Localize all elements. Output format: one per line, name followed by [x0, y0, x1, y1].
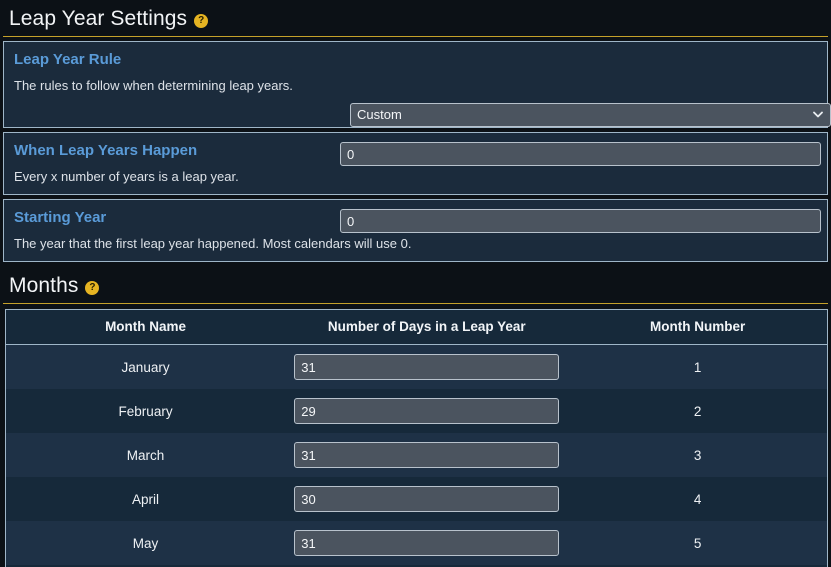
month-name-cell: January	[6, 344, 286, 389]
month-days-input[interactable]	[294, 442, 560, 468]
months-heading: Months ?	[3, 273, 828, 304]
setting-description: Every x number of years is a leap year.	[14, 169, 239, 184]
setting-panel-leap-year-rule: Leap Year Rule The rules to follow when …	[3, 41, 831, 128]
leap-year-rule-control: Custom	[350, 103, 831, 127]
month-name-cell: May	[6, 521, 286, 565]
month-days-cell	[285, 477, 569, 521]
starting-year-control	[340, 209, 821, 233]
month-name-cell: April	[6, 477, 286, 521]
setting-label: Leap Year Rule	[14, 51, 122, 68]
setting-panel-when-leap-years-happen: When Leap Years Happen Every x number of…	[3, 132, 828, 195]
months-table-container: Month Name Number of Days in a Leap Year…	[5, 309, 828, 567]
month-days-input[interactable]	[294, 530, 560, 556]
leap-year-rule-select[interactable]: Custom	[350, 103, 831, 127]
help-icon[interactable]: ?	[85, 281, 100, 295]
page-title: Leap Year Settings	[9, 7, 188, 30]
leap-year-settings-page: Leap Year Settings ? Leap Year Rule The …	[0, 0, 831, 567]
month-days-cell	[285, 344, 569, 389]
column-header-month-number: Month Number	[568, 310, 827, 345]
table-row: January 1	[6, 344, 827, 389]
month-name-cell: March	[6, 433, 286, 477]
month-number-cell: 2	[568, 389, 827, 433]
month-number-cell: 3	[568, 433, 827, 477]
starting-year-input[interactable]	[340, 209, 821, 233]
settings-panel-list: Leap Year Rule The rules to follow when …	[3, 41, 831, 262]
table-row: April 4	[6, 477, 827, 521]
month-number-cell: 5	[568, 521, 827, 565]
months-table: Month Name Number of Days in a Leap Year…	[6, 310, 827, 567]
month-days-input[interactable]	[294, 398, 560, 424]
when-leap-years-happen-control	[340, 142, 821, 166]
month-days-cell	[285, 433, 569, 477]
help-icon[interactable]: ?	[194, 14, 209, 28]
months-table-body: January1February2March3April4May5June6	[6, 344, 827, 567]
month-name-cell: February	[6, 389, 286, 433]
column-header-days-in-leap-year: Number of Days in a Leap Year	[285, 310, 569, 345]
table-header-row: Month Name Number of Days in a Leap Year…	[6, 310, 827, 345]
month-number-cell: 1	[568, 344, 827, 389]
leap-year-settings-heading: Leap Year Settings ?	[3, 6, 828, 37]
month-days-cell	[285, 521, 569, 565]
setting-panel-starting-year: Starting Year The year that the first le…	[3, 199, 828, 262]
month-days-input[interactable]	[294, 486, 560, 512]
setting-description: The rules to follow when determining lea…	[14, 78, 293, 93]
table-row: March 3	[6, 433, 827, 477]
table-row: May 5	[6, 521, 827, 565]
month-days-cell	[285, 389, 569, 433]
months-title: Months	[9, 274, 79, 297]
column-header-month-name: Month Name	[6, 310, 286, 345]
month-number-cell: 4	[568, 477, 827, 521]
setting-description: The year that the first leap year happen…	[14, 236, 412, 251]
table-row: February 2	[6, 389, 827, 433]
when-leap-years-happen-input[interactable]	[340, 142, 821, 166]
month-days-input[interactable]	[294, 354, 560, 380]
